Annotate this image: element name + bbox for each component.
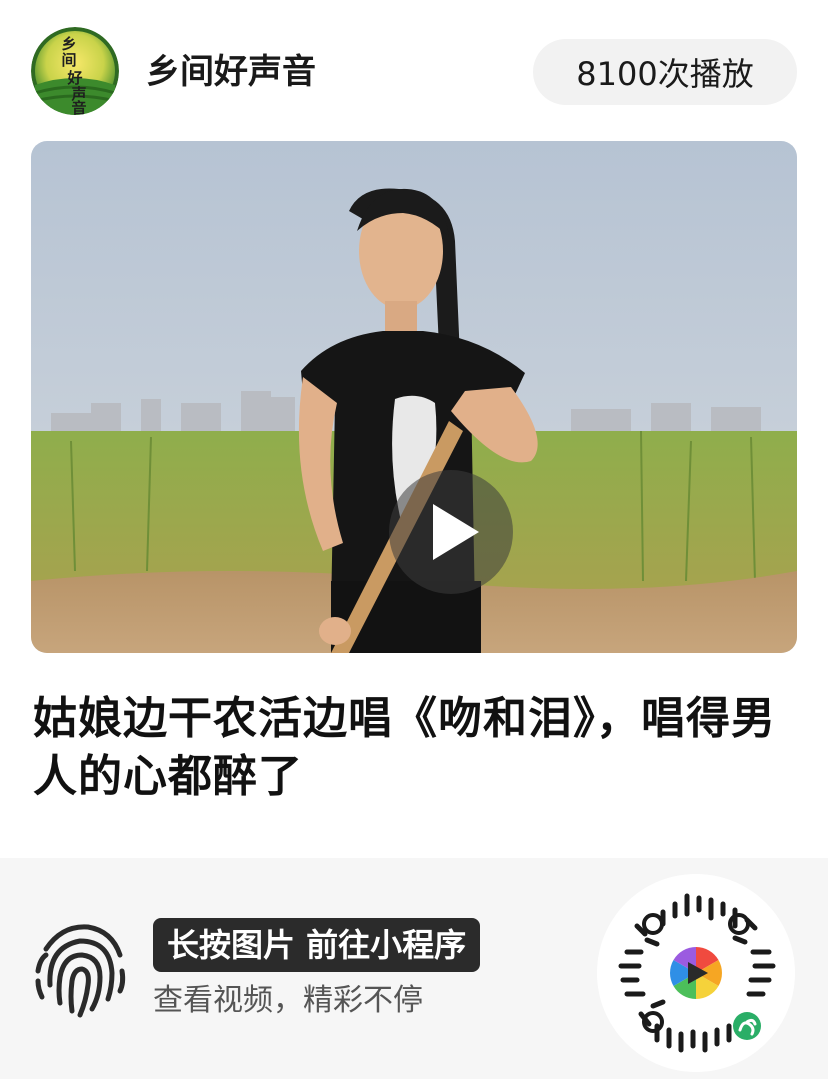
header: 乡 间 好 声 音 乡间好声音 8100次播放 [0,0,828,140]
video-title[interactable]: 姑娘边干农活边唱《吻和泪》，唱得男人的心都醉了 [33,690,803,806]
play-count-badge: 8100次播放 [533,39,797,105]
mini-program-footer: 长按图片 前往小程序 查看视频，精彩不停 [0,858,828,1079]
svg-text:间: 间 [61,51,76,69]
play-button[interactable] [389,470,513,594]
fingerprint-icon [28,915,132,1019]
play-icon [433,504,479,560]
mini-program-cta-subtitle: 查看视频，精彩不停 [153,983,423,1018]
channel-name[interactable]: 乡间好声音 [146,50,316,94]
qr-code-image [597,874,795,1072]
mini-program-qr-code[interactable] [597,874,795,1072]
avatar-logo: 乡 间 好 声 音 [31,27,119,115]
svg-text:音: 音 [71,99,86,115]
channel-avatar[interactable]: 乡 间 好 声 音 [31,27,119,115]
mini-program-cta-badge: 长按图片 前往小程序 [153,918,481,972]
video-thumbnail[interactable] [31,141,797,653]
